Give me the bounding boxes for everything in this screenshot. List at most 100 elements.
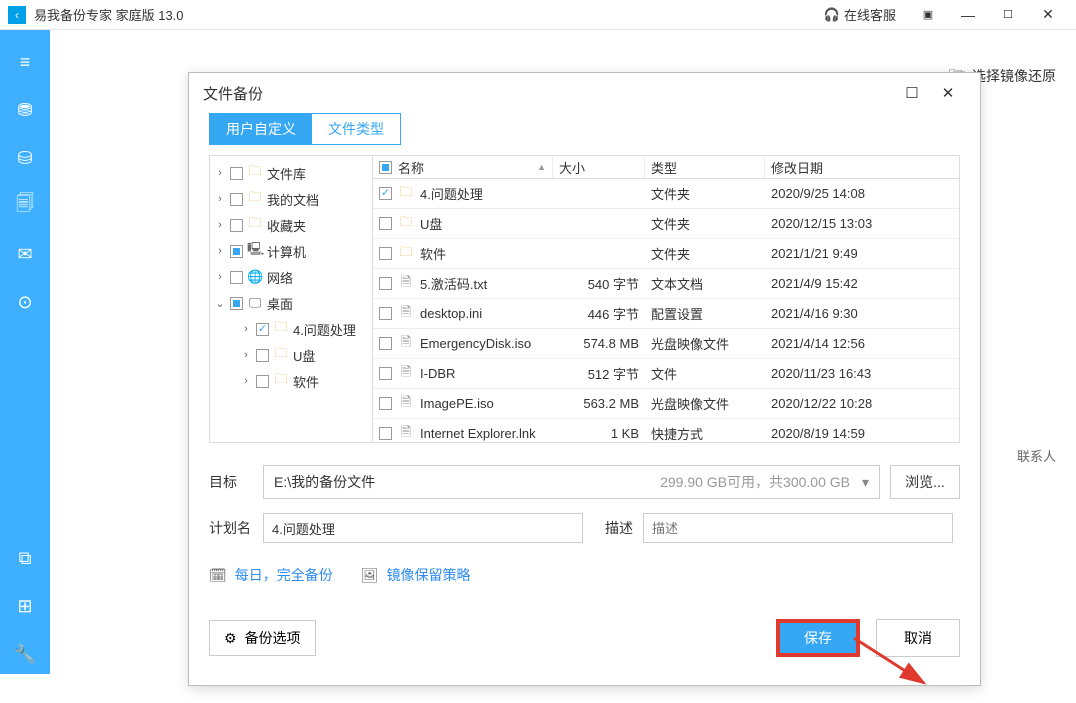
tree-label: 收藏夹 bbox=[267, 216, 372, 235]
pin-icon[interactable]: ▣ bbox=[908, 0, 948, 30]
tree-checkbox[interactable] bbox=[230, 193, 243, 206]
row-checkbox[interactable] bbox=[379, 427, 392, 440]
row-checkbox[interactable] bbox=[379, 397, 392, 410]
folder-tree[interactable]: ›🗀文件库›🗀我的文档›🗀收藏夹›🖳计算机›🌐网络⌄🖵桌面›🗀4.问题处理›🗀U… bbox=[210, 156, 373, 442]
tree-checkbox[interactable] bbox=[230, 245, 243, 258]
target-available: 299.90 GB可用，共300.00 GB bbox=[660, 472, 850, 492]
table-row[interactable]: 🗎5.激活码.txt540 字节文本文档2021/4/9 15:42 bbox=[373, 269, 959, 299]
row-checkbox[interactable] bbox=[379, 247, 392, 260]
file-backup-icon[interactable]: 🗐 bbox=[0, 186, 50, 226]
system-backup-icon[interactable]: ⛁ bbox=[0, 138, 50, 178]
tree-item[interactable]: ›🗀4.问题处理 bbox=[210, 316, 372, 342]
chevron-down-icon[interactable]: ▾ bbox=[862, 474, 869, 491]
backup-options-button[interactable]: ⚙ 备份选项 bbox=[209, 620, 316, 656]
tree-checkbox[interactable] bbox=[230, 219, 243, 232]
tree-item[interactable]: › 🗀收藏夹 bbox=[210, 212, 372, 238]
mail-backup-icon[interactable]: ✉ bbox=[0, 234, 50, 274]
file-name: U盘 bbox=[420, 214, 442, 233]
dialog-close-icon[interactable]: ✕ bbox=[930, 75, 966, 111]
select-all-checkbox[interactable] bbox=[379, 161, 392, 174]
tree-item[interactable]: ›🗀U盘 bbox=[210, 342, 372, 368]
clone-icon[interactable]: ⧉ bbox=[0, 538, 50, 578]
expand-icon[interactable]: › bbox=[240, 375, 252, 387]
desc-label: 描述 bbox=[605, 518, 643, 538]
save-button[interactable]: 保存 bbox=[776, 619, 860, 657]
image-icon: 🖼 bbox=[361, 567, 379, 584]
table-row[interactable]: 🗀软件文件夹2021/1/21 9:49 bbox=[373, 239, 959, 269]
expand-icon[interactable]: ⌄ bbox=[214, 297, 226, 310]
file-date: 2020/12/15 13:03 bbox=[765, 216, 959, 231]
expand-icon[interactable]: › bbox=[214, 271, 226, 283]
file-type: 光盘映像文件 bbox=[645, 334, 765, 353]
table-row[interactable]: 🗎EmergencyDisk.iso574.8 MB光盘映像文件2021/4/1… bbox=[373, 329, 959, 359]
table-row[interactable]: 🗎I-DBR512 字节文件2020/11/23 16:43 bbox=[373, 359, 959, 389]
file-size: 446 字节 bbox=[553, 304, 645, 323]
tab-filetype[interactable]: 文件类型 bbox=[312, 114, 400, 144]
file-type: 文件夹 bbox=[645, 214, 765, 233]
file-size: 563.2 MB bbox=[553, 396, 645, 411]
table-row[interactable]: 🗎ImagePE.iso563.2 MB光盘映像文件2020/12/22 10:… bbox=[373, 389, 959, 419]
computer-icon: 🖳 bbox=[247, 240, 263, 262]
table-row[interactable]: 🗀4.问题处理文件夹2020/9/25 14:08 bbox=[373, 179, 959, 209]
expand-icon[interactable]: › bbox=[214, 219, 226, 231]
file-date: 2020/11/23 16:43 bbox=[765, 366, 959, 381]
expand-icon[interactable]: › bbox=[240, 349, 252, 361]
close-icon[interactable]: ✕ bbox=[1028, 0, 1068, 30]
file-type: 配置设置 bbox=[645, 304, 765, 323]
retention-link[interactable]: 🖼 镜像保留策略 bbox=[361, 565, 471, 585]
file-name: 5.激活码.txt bbox=[420, 274, 487, 293]
expand-icon[interactable]: › bbox=[240, 323, 252, 335]
tree-item[interactable]: ›🖳计算机 bbox=[210, 238, 372, 264]
row-checkbox[interactable] bbox=[379, 367, 392, 380]
tree-item[interactable]: ›🌐网络 bbox=[210, 264, 372, 290]
plan-name-input[interactable] bbox=[263, 513, 583, 543]
row-checkbox[interactable] bbox=[379, 217, 392, 230]
tree-item[interactable]: ›🗀软件 bbox=[210, 368, 372, 394]
tab-custom[interactable]: 用户自定义 bbox=[210, 114, 312, 144]
file-type: 光盘映像文件 bbox=[645, 394, 765, 413]
tree-item[interactable]: ›🗀我的文档 bbox=[210, 186, 372, 212]
disk-backup-icon[interactable]: ⛃ bbox=[0, 90, 50, 130]
row-checkbox[interactable] bbox=[379, 337, 392, 350]
row-checkbox[interactable] bbox=[379, 307, 392, 320]
dialog-title: 文件备份 bbox=[203, 83, 263, 104]
row-checkbox[interactable] bbox=[379, 277, 392, 290]
desc-input[interactable] bbox=[643, 513, 953, 543]
tree-checkbox[interactable] bbox=[256, 349, 269, 362]
file-name: Internet Explorer.lnk bbox=[420, 426, 536, 441]
folder-icon: 🗀 bbox=[398, 213, 414, 235]
tree-checkbox[interactable] bbox=[230, 167, 243, 180]
minimize-icon[interactable]: ― bbox=[948, 0, 988, 30]
folder-icon: 🗀 bbox=[247, 214, 263, 236]
file-name: 4.问题处理 bbox=[420, 184, 483, 203]
table-row[interactable]: 🗀 U盘 文件夹2020/12/15 13:03 bbox=[373, 209, 959, 239]
tree-item[interactable]: ›🗀文件库 bbox=[210, 160, 372, 186]
tools-icon[interactable]: ⊞ bbox=[0, 586, 50, 626]
file-size: 574.8 MB bbox=[553, 336, 645, 351]
tree-checkbox[interactable] bbox=[256, 323, 269, 336]
file-size: 1 KB bbox=[553, 426, 645, 441]
maximize-icon[interactable]: ☐ bbox=[988, 0, 1028, 30]
tree-checkbox[interactable] bbox=[230, 271, 243, 284]
table-row[interactable]: 🗎Internet Explorer.lnk1 KB快捷方式2020/8/19 … bbox=[373, 419, 959, 442]
online-support[interactable]: 🎧 在线客服 bbox=[824, 5, 896, 24]
table-row[interactable]: 🗎desktop.ini446 字节配置设置2021/4/16 9:30 bbox=[373, 299, 959, 329]
target-path-box[interactable]: E:\我的备份文件 299.90 GB可用，共300.00 GB ▾ bbox=[263, 465, 880, 499]
expand-icon[interactable]: › bbox=[214, 193, 226, 205]
schedule-link[interactable]: 🗓 每日，完全备份 bbox=[209, 565, 333, 585]
menu-icon[interactable]: ≡ bbox=[0, 42, 50, 82]
expand-icon[interactable]: › bbox=[214, 167, 226, 179]
file-date: 2020/9/25 14:08 bbox=[765, 186, 959, 201]
settings-icon[interactable]: 🔧 bbox=[0, 634, 50, 674]
cancel-button[interactable]: 取消 bbox=[876, 619, 960, 657]
dialog-maximize-icon[interactable]: ☐ bbox=[894, 75, 930, 111]
browse-button[interactable]: 浏览... bbox=[890, 465, 960, 499]
smart-backup-icon[interactable]: ⊙ bbox=[0, 282, 50, 322]
row-checkbox[interactable] bbox=[379, 187, 392, 200]
expand-icon[interactable]: › bbox=[214, 245, 226, 257]
tree-checkbox[interactable] bbox=[256, 375, 269, 388]
tree-checkbox[interactable] bbox=[230, 297, 243, 310]
file-icon: 🗎 bbox=[398, 303, 414, 325]
file-name: desktop.ini bbox=[420, 306, 482, 321]
tree-item[interactable]: ⌄🖵桌面 bbox=[210, 290, 372, 316]
